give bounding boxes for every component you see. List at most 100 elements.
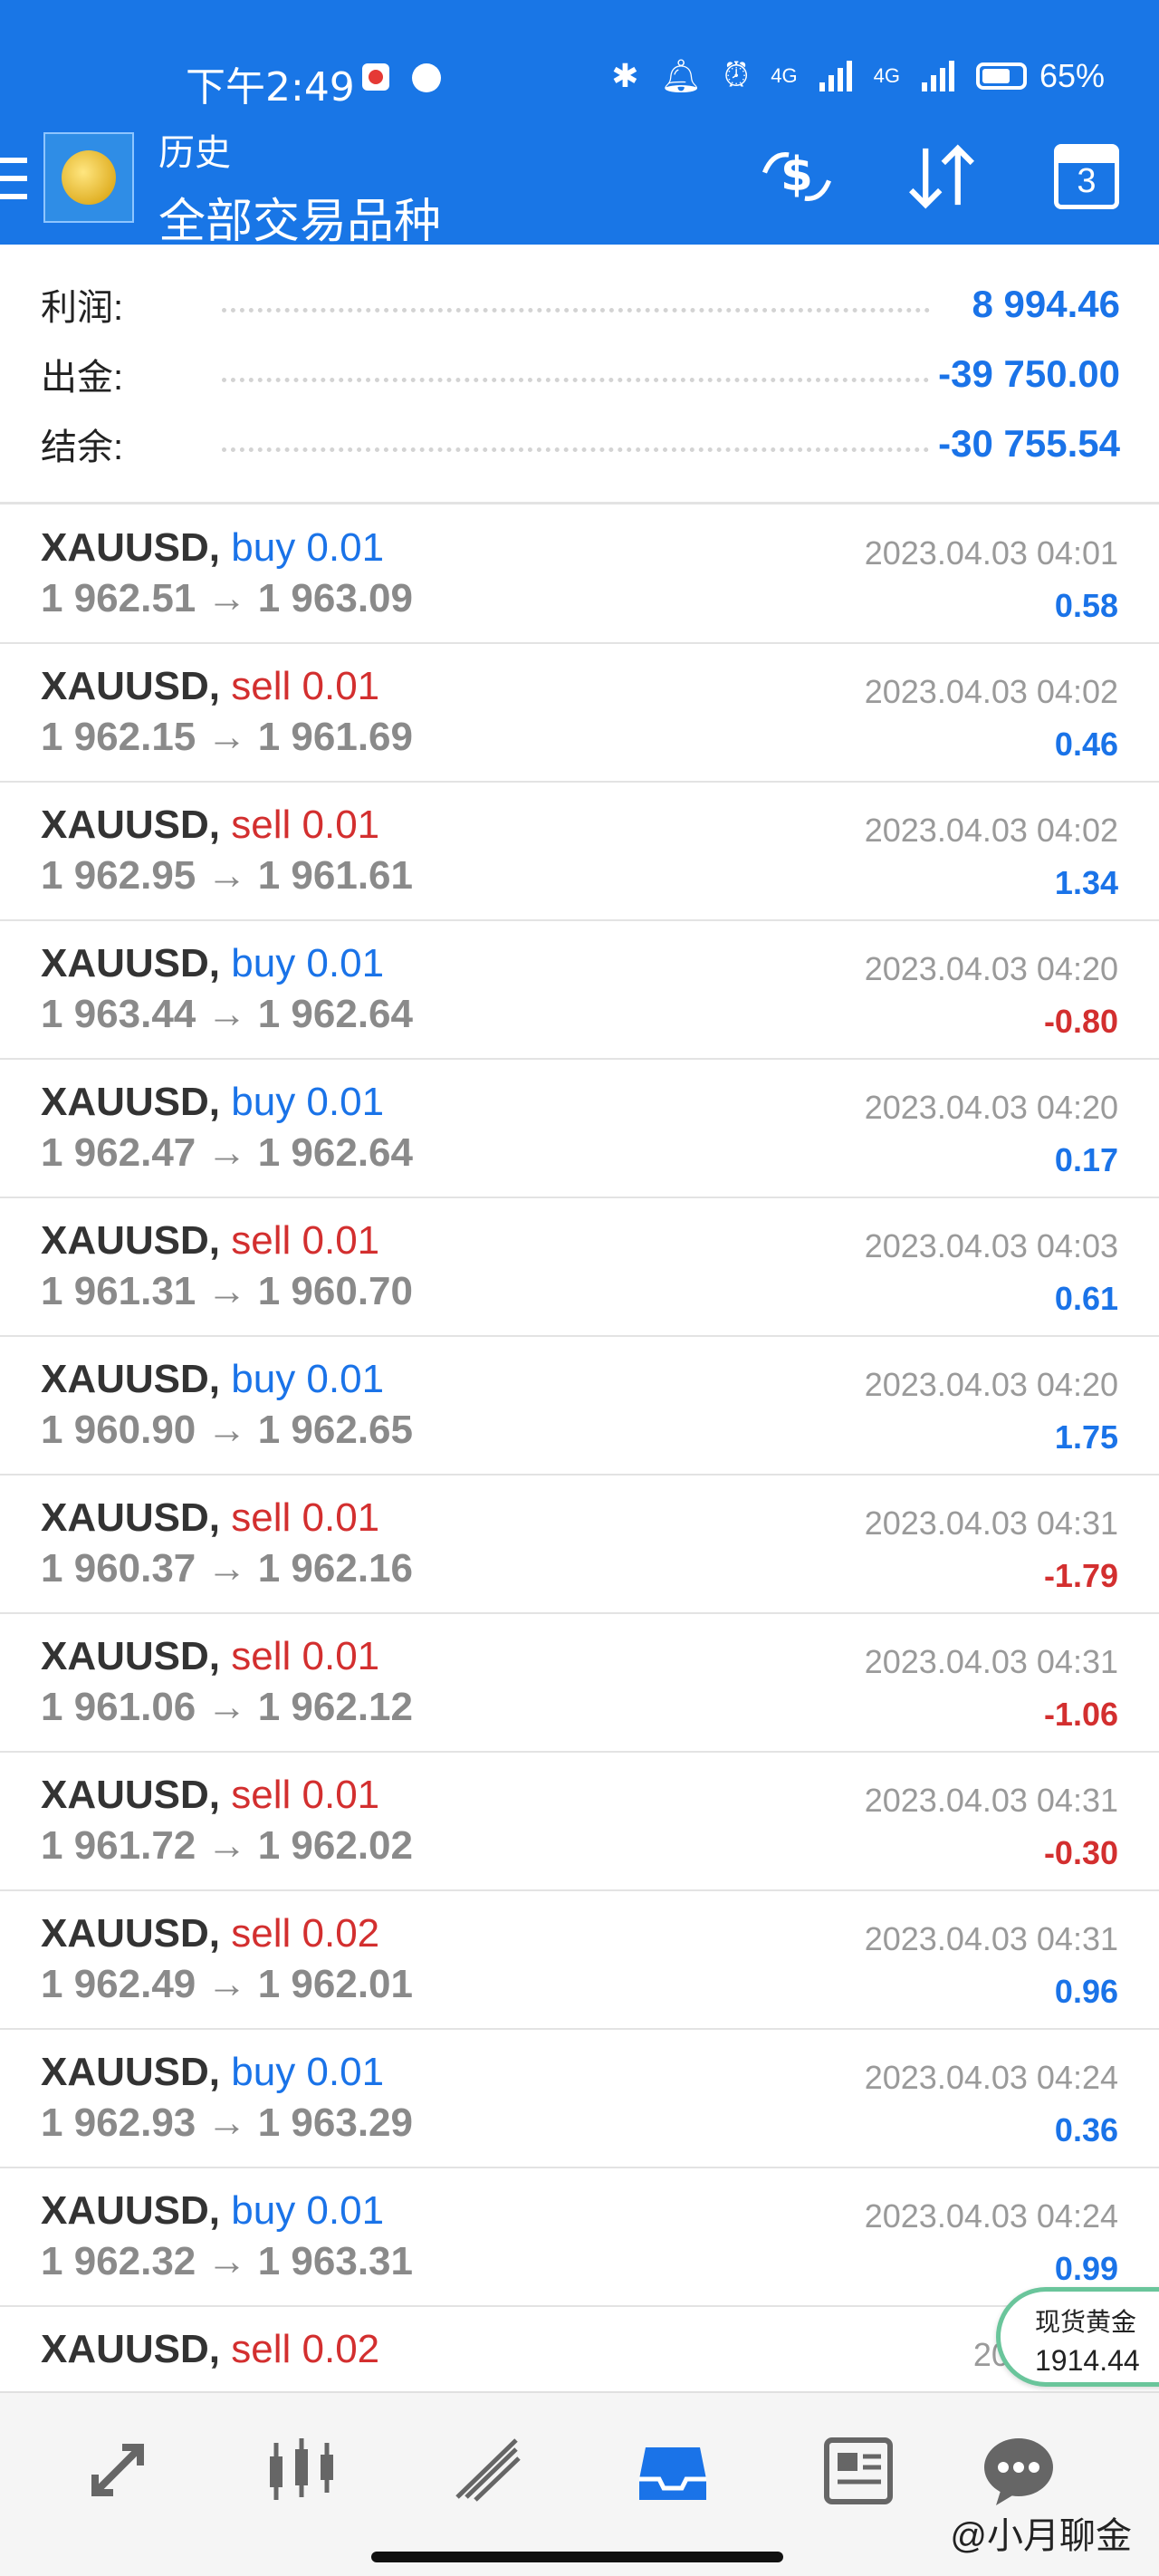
profit-value: 8 994.46 xyxy=(972,283,1121,325)
trade-time: 2023.04.03 04:20 xyxy=(864,950,1118,987)
trade-row[interactable]: XAUUSD, buy 0.01 1 962.32 → 1 963.31 2023.… xyxy=(0,2168,1159,2307)
balance-label: 结余: xyxy=(41,428,124,467)
app-logo xyxy=(43,132,134,223)
trade-side: buy 0.01 xyxy=(231,525,385,570)
summary-withdraw-row: 出金: -39 750.00 xyxy=(41,347,1120,401)
trade-symbol: XAUUSD, sell 0.01 xyxy=(41,1218,379,1264)
ticker-name: 现货黄金 xyxy=(1035,2308,1137,2336)
trade-row[interactable]: XAUUSD, sell 0.01 1 962.15 → 1 961.69 2023… xyxy=(0,644,1159,783)
trade-row[interactable]: XAUUSD, sell 0.01 1 961.06 → 1 962.12 2023… xyxy=(0,1614,1159,1753)
trade-row[interactable]: XAUUSD, sell 0.01 1 961.72 → 1 962.02 2023… xyxy=(0,1753,1159,1891)
nav-history[interactable] xyxy=(623,2429,723,2511)
nav-trade[interactable] xyxy=(439,2429,539,2511)
trade-symbol: XAUUSD, buy 0.01 xyxy=(41,525,384,571)
trade-symbol: XAUUSD, buy 0.01 xyxy=(41,1080,384,1125)
trade-profit: 0.17 xyxy=(1054,1141,1118,1178)
trade-row[interactable]: XAUUSD, buy 0.01 1 962.47 → 1 962.64 2023.… xyxy=(0,1060,1159,1198)
trade-row[interactable]: XAUUSD, buy 0.01 1 962.51 → 1 963.09 2023.… xyxy=(0,505,1159,644)
trade-row[interactable]: XAUUSD, buy 0.01 1 963.44 → 1 962.64 2023.… xyxy=(0,921,1159,1060)
trade-profit: -0.30 xyxy=(1043,1834,1118,1871)
symbol-text: XAUUSD, xyxy=(41,1495,221,1540)
trade-profit: 1.75 xyxy=(1054,1418,1118,1456)
nav-news[interactable] xyxy=(809,2429,908,2511)
trade-history-list: XAUUSD, buy 0.01 1 962.51 → 1 963.09 2023.… xyxy=(0,505,1159,2446)
symbol-text: XAUUSD, xyxy=(41,1911,221,1956)
trade-row[interactable]: XAUUSD, sell 0.01 1 960.37 → 1 962.16 2023… xyxy=(0,1475,1159,1614)
status-icons: ✱ 🔔︎ ⏰︎ 4G 4G 65% xyxy=(611,56,1105,95)
trade-side: sell 0.01 xyxy=(231,1495,380,1540)
ticker-price: 1914.44 xyxy=(1035,2344,1140,2377)
gold-price-ticker[interactable]: 现货黄金 1914.44 xyxy=(996,2287,1159,2387)
page-title: 历史 xyxy=(158,133,231,173)
battery-percent: 65% xyxy=(1039,56,1105,94)
trade-time: 2023.04.03 04:31 xyxy=(864,1782,1118,1819)
bell-icon: 🔔︎ xyxy=(660,56,703,94)
dot-leader xyxy=(222,307,930,312)
trade-symbol: XAUUSD, sell 0.02 xyxy=(41,1911,379,1956)
trade-time: 2023.04.03 04:31 xyxy=(864,1504,1118,1542)
trade-profit: 0.96 xyxy=(1054,1973,1118,2010)
menu-icon[interactable] xyxy=(0,158,27,199)
trade-prices: 1 961.06 → 1 962.12 xyxy=(41,1685,413,1729)
trade-row[interactable]: XAUUSD, buy 0.01 1 962.93 → 1 963.29 2023.… xyxy=(0,2030,1159,2168)
trade-row[interactable]: XAUUSD, sell 0.02 1 962.49 → 1 962.01 2023… xyxy=(0,1891,1159,2030)
trade-symbol: XAUUSD, sell 0.01 xyxy=(41,1634,379,1679)
trade-profit: 0.61 xyxy=(1054,1280,1118,1317)
trade-side: sell 0.01 xyxy=(231,803,380,847)
trade-profit: -0.80 xyxy=(1043,1003,1118,1040)
trade-symbol: XAUUSD, buy 0.01 xyxy=(41,2188,384,2234)
trade-prices: 1 962.93 → 1 963.29 xyxy=(41,2100,413,2145)
symbol-text: XAUUSD, xyxy=(41,2188,221,2233)
nav-quotes[interactable] xyxy=(68,2429,168,2511)
trade-profit: 1.34 xyxy=(1054,864,1118,901)
profit-label: 利润: xyxy=(41,288,124,328)
trade-prices: 1 963.44 → 1 962.64 xyxy=(41,992,413,1036)
trade-time: 2023.04.03 04:20 xyxy=(864,1089,1118,1126)
symbol-text: XAUUSD, xyxy=(41,2327,221,2371)
summary-panel: 利润: 8 994.46 出金: -39 750.00 结余: -30 755.… xyxy=(0,245,1159,505)
nav-chat[interactable] xyxy=(969,2429,1068,2511)
calendar-button[interactable]: 3 xyxy=(1041,136,1132,217)
trade-symbol: XAUUSD, buy 0.01 xyxy=(41,2050,384,2095)
trade-row[interactable]: XAUUSD, sell 0.01 1 961.31 → 1 960.70 2023… xyxy=(0,1198,1159,1337)
withdraw-label: 出金: xyxy=(41,358,124,398)
signal-icon xyxy=(819,60,852,91)
symbol-text: XAUUSD, xyxy=(41,1080,221,1124)
currency-filter-button[interactable]: $ xyxy=(752,136,842,217)
trade-side: sell 0.02 xyxy=(231,1911,380,1956)
symbol-text: XAUUSD, xyxy=(41,2050,221,2094)
trade-prices: 1 961.31 → 1 960.70 xyxy=(41,1269,413,1313)
network-label-1: 4G xyxy=(771,63,798,87)
trade-icon xyxy=(455,2438,521,2502)
nav-chart[interactable] xyxy=(252,2429,351,2511)
sort-button[interactable] xyxy=(896,136,987,217)
trade-prices: 1 962.95 → 1 961.61 xyxy=(41,853,413,898)
quotes-icon xyxy=(91,2444,144,2496)
trade-prices: 1 962.32 → 1 963.31 xyxy=(41,2239,413,2283)
news-icon xyxy=(824,2437,893,2504)
balance-value: -30 755.54 xyxy=(938,422,1120,465)
trade-side: sell 0.02 xyxy=(231,2327,380,2371)
trade-row[interactable]: XAUUSD, sell 0.01 1 962.95 → 1 961.61 2023… xyxy=(0,783,1159,921)
trade-symbol: XAUUSD, sell 0.02 xyxy=(41,2327,379,2372)
chart-icon xyxy=(270,2438,333,2500)
bottom-navigation: @小月聊金 xyxy=(0,2391,1159,2576)
trade-side: buy 0.01 xyxy=(231,2050,385,2094)
trade-side: sell 0.01 xyxy=(231,1634,380,1678)
home-indicator[interactable] xyxy=(371,2552,783,2562)
trade-side: sell 0.01 xyxy=(231,1218,380,1263)
trade-profit: -1.79 xyxy=(1043,1557,1118,1594)
trade-time: 2023.04.03 04:02 xyxy=(864,812,1118,849)
trade-side: sell 0.01 xyxy=(231,664,380,708)
chat-icon xyxy=(984,2438,1053,2505)
calendar-icon: 3 xyxy=(1054,144,1119,209)
history-icon xyxy=(639,2447,706,2500)
trade-row[interactable]: XAUUSD, buy 0.01 1 960.90 → 1 962.65 2023.… xyxy=(0,1337,1159,1475)
symbol-text: XAUUSD, xyxy=(41,941,221,985)
trade-profit: 0.99 xyxy=(1054,2250,1118,2287)
page-subtitle[interactable]: 全部交易品种 xyxy=(158,183,441,251)
trade-symbol: XAUUSD, buy 0.01 xyxy=(41,941,384,986)
trade-symbol: XAUUSD, sell 0.01 xyxy=(41,1495,379,1541)
summary-profit-row: 利润: 8 994.46 xyxy=(41,277,1120,332)
trade-prices: 1 960.37 → 1 962.16 xyxy=(41,1546,413,1591)
